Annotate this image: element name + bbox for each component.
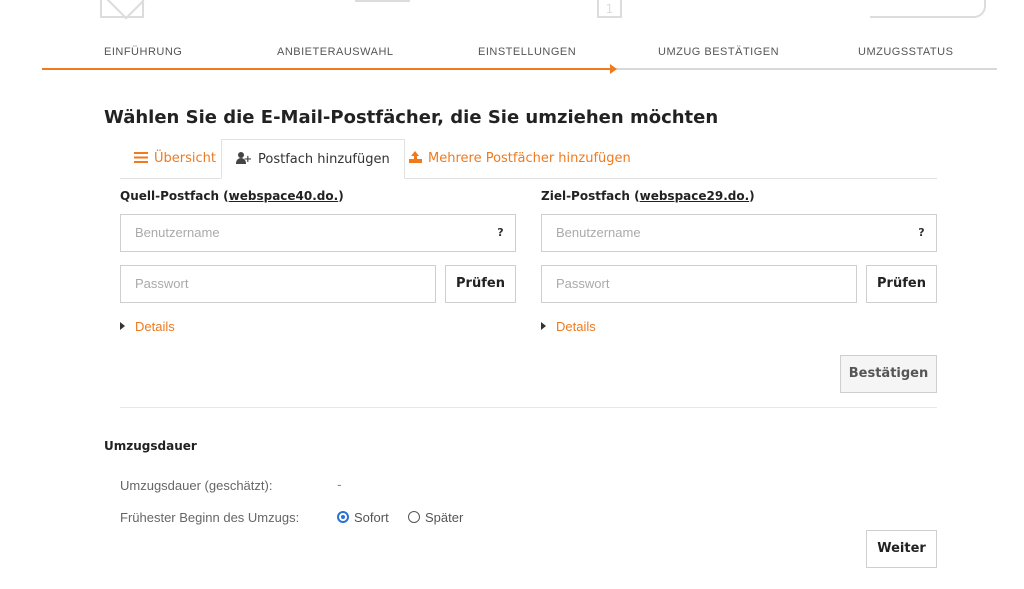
decorative-bar (355, 0, 410, 2)
user-plus-icon: + (236, 152, 252, 165)
page-title: Wählen Sie die E-Mail-Postfächer, die Si… (104, 107, 719, 128)
mail-icon (100, 0, 144, 18)
duration-section-title: Umzugsdauer (104, 439, 197, 453)
next-button[interactable]: Weiter (866, 530, 937, 568)
step-einstellungen: EINSTELLUNGEN (478, 46, 577, 58)
target-host-link[interactable]: webspace29.do. (640, 189, 750, 203)
tab-uebersicht[interactable]: Übersicht (120, 139, 230, 179)
divider (120, 407, 937, 408)
tab-mehrere-postfaecher[interactable]: Mehrere Postfächer hinzufügen (395, 139, 645, 179)
target-username-input[interactable]: Benutzername (541, 214, 908, 252)
source-host-link[interactable]: webspace40.do. (229, 189, 339, 203)
target-mailbox-title: Ziel-Postfach (webspace29.do.) (541, 189, 755, 203)
target-check-button[interactable]: Prüfen (866, 265, 937, 303)
caret-right-icon (120, 322, 125, 330)
target-help-button[interactable]: ? (907, 214, 937, 252)
step-umzugsstatus: UMZUGSSTATUS (858, 46, 954, 58)
list-icon (134, 152, 148, 163)
source-check-button[interactable]: Prüfen (445, 265, 516, 303)
step-arrow-icon (610, 64, 617, 74)
radio-checked-icon (337, 511, 349, 523)
radio-sofort[interactable]: Sofort (337, 510, 389, 525)
progress-steps: EINFÜHRUNG ANBIETERAUSWAHL EINSTELLUNGEN… (0, 38, 1024, 74)
step-progress-bar (42, 68, 614, 70)
step-umzug-bestaetigen: UMZUG BESTÄTIGEN (658, 46, 780, 58)
source-mailbox-title: Quell-Postfach (webspace40.do.) (120, 189, 344, 203)
decorative-shape (870, 0, 986, 18)
tab-label: Mehrere Postfächer hinzufügen (428, 151, 631, 166)
confirm-button[interactable]: Bestätigen (840, 355, 937, 393)
target-password-input[interactable]: Passwort (541, 265, 857, 303)
source-details-toggle[interactable]: Details (120, 319, 175, 334)
step-anbieterauswahl: ANBIETERAUSWAHL (277, 46, 394, 58)
source-password-input[interactable]: Passwort (120, 265, 436, 303)
tab-postfach-hinzufuegen[interactable]: + Postfach hinzufügen (221, 139, 405, 179)
caret-right-icon (541, 322, 546, 330)
tab-label: Postfach hinzufügen (258, 152, 390, 167)
upload-icon (409, 151, 422, 163)
number-icon: 1 (597, 0, 622, 18)
target-details-toggle[interactable]: Details (541, 319, 596, 334)
radio-unchecked-icon (408, 511, 420, 523)
radio-spaeter[interactable]: Später (408, 510, 463, 525)
tab-label: Übersicht (154, 151, 216, 166)
earliest-start-label: Frühester Beginn des Umzugs: (120, 510, 300, 525)
estimated-duration-label: Umzugsdauer (geschätzt): (120, 478, 273, 493)
estimated-duration-value: - (337, 478, 342, 493)
source-help-button[interactable]: ? (486, 214, 516, 252)
source-username-input[interactable]: Benutzername (120, 214, 487, 252)
tab-bar: Übersicht + Postfach hinzufügen Mehrere P… (120, 139, 937, 179)
step-einfuehrung: EINFÜHRUNG (104, 46, 183, 58)
